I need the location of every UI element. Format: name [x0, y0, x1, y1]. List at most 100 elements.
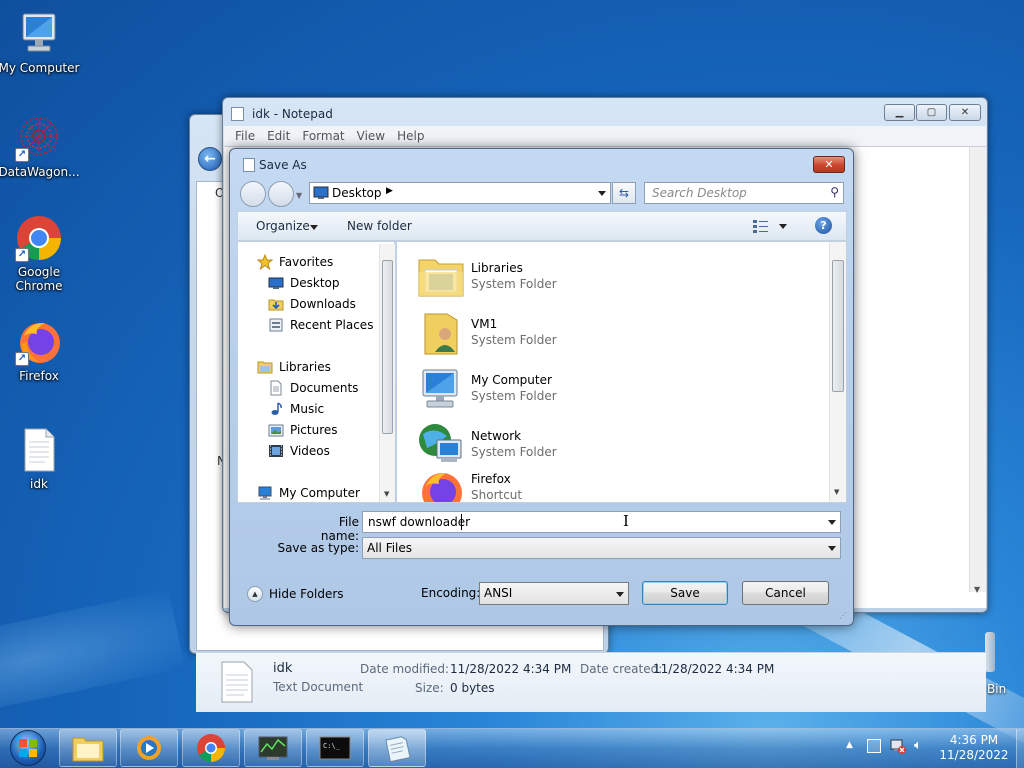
save-button[interactable]: Save [642, 581, 728, 605]
menu-format[interactable]: Format [302, 129, 344, 143]
nav-item-recent-places[interactable]: Recent Places [268, 315, 373, 335]
resize-grip-icon[interactable]: ⋰ [839, 611, 847, 620]
minimize-button[interactable]: ▁ [884, 104, 915, 121]
close-button[interactable]: ✕ [949, 104, 981, 121]
back-button[interactable] [240, 181, 266, 207]
close-button[interactable]: ✕ [813, 156, 845, 173]
taskbar-media-player[interactable] [120, 729, 178, 767]
desktop-icon-recycle-bin[interactable]: Bin [987, 682, 1006, 696]
chevron-down-icon[interactable] [828, 520, 836, 525]
network-status-icon[interactable] [890, 738, 906, 754]
search-input[interactable]: Search Desktop ⚲ [644, 182, 844, 204]
address-bar[interactable]: Desktop ▶ [309, 182, 611, 204]
desktop-icon-label: Bin [987, 682, 1007, 696]
libraries-icon [257, 359, 273, 375]
nav-my-computer[interactable]: My Computer [257, 483, 360, 503]
scrollbar-thumb[interactable] [382, 260, 393, 434]
nav-item-music[interactable]: Music [268, 399, 324, 419]
close-icon: ✕ [960, 107, 970, 118]
toolbar: Organize New folder ? [237, 211, 847, 241]
vertical-scrollbar[interactable]: ▼ [969, 147, 986, 594]
breadcrumb-arrow-icon[interactable]: ▶ [386, 186, 393, 196]
taskbar-cmd[interactable]: C:\_ [306, 729, 364, 767]
search-placeholder: Search Desktop [652, 186, 747, 200]
file-name-input[interactable]: nswf downloader [362, 511, 841, 533]
show-desktop-button[interactable] [1016, 729, 1024, 768]
details-modified-label: Date modified: [360, 662, 450, 676]
list-item[interactable]: My Computer System Folder [413, 360, 557, 416]
search-icon[interactable]: ⚲ [830, 185, 839, 199]
list-item[interactable]: Libraries System Folder [413, 248, 557, 304]
file-name: Firefox [471, 472, 511, 486]
taskbar-network-app[interactable] [244, 729, 302, 767]
taskbar-explorer[interactable] [59, 729, 117, 767]
view-options-icon[interactable] [753, 219, 769, 233]
start-button[interactable] [6, 729, 50, 767]
desktop-icon-idk[interactable]: idk [0, 426, 81, 491]
network-icon [417, 420, 465, 468]
menu-edit[interactable]: Edit [267, 129, 290, 143]
scroll-down-icon[interactable]: ▼ [384, 490, 389, 498]
new-folder-button[interactable]: New folder [347, 219, 412, 233]
nav-favorites[interactable]: Favorites [256, 252, 334, 272]
chevron-down-icon[interactable] [616, 592, 624, 597]
cancel-button[interactable]: Cancel [742, 581, 829, 605]
chevron-down-icon [310, 225, 318, 230]
user-folder-icon [417, 308, 465, 356]
maximize-icon: ▢ [926, 107, 937, 118]
encoding-select[interactable]: ANSI [479, 582, 629, 605]
scrollbar-thumb[interactable] [832, 260, 844, 392]
refresh-button[interactable]: ⇆ [612, 182, 636, 204]
details-file-type: Text Document [273, 680, 364, 694]
nav-libraries[interactable]: Libraries [257, 357, 331, 377]
save-type-select[interactable]: All Files [362, 537, 841, 559]
desktop-icon-datawagon[interactable]: ↗ DataWagon... [0, 114, 81, 179]
desktop-icon [313, 186, 329, 199]
volume-icon[interactable]: 🔈︎ [914, 738, 922, 753]
scroll-down-icon[interactable]: ▼ [834, 488, 839, 496]
nav-item-pictures[interactable]: Pictures [268, 420, 338, 440]
details-file-name: idk [273, 661, 293, 676]
nav-item-documents[interactable]: Documents [268, 378, 358, 398]
nav-item-desktop[interactable]: Desktop [268, 273, 340, 293]
clock[interactable]: 4:36 PM 11/28/2022 [934, 733, 1014, 763]
action-center-icon[interactable] [867, 739, 881, 753]
desktop-icon-google-chrome[interactable]: ↗ Google Chrome [0, 214, 81, 293]
recent-pages-chevron-icon[interactable]: ▼ [296, 191, 302, 200]
notepad-icon [385, 736, 411, 762]
nav-scrollbar[interactable]: ▼ [379, 244, 395, 502]
maximize-button[interactable]: ▢ [916, 104, 947, 121]
list-item[interactable]: VM1 System Folder [413, 304, 557, 360]
text-file-icon [220, 661, 254, 703]
desktop-icon-label: Google Chrome [15, 265, 63, 293]
desktop-icon-my-computer[interactable]: My Computer [0, 10, 81, 75]
media-player-icon [137, 736, 161, 760]
chevron-down-icon[interactable] [598, 191, 606, 196]
forward-button[interactable] [268, 181, 294, 207]
recycle-bin-icon [985, 632, 995, 672]
close-icon: ✕ [824, 158, 834, 171]
list-item[interactable]: Network System Folder [413, 416, 557, 472]
nav-favorites-label: Favorites [279, 255, 334, 269]
taskbar-notepad[interactable] [368, 729, 426, 767]
star-icon [256, 253, 274, 271]
help-icon[interactable]: ? [815, 217, 832, 234]
breadcrumb-desktop[interactable]: Desktop [332, 186, 382, 200]
command-prompt-icon: C:\_ [319, 736, 351, 760]
back-arrow-icon[interactable]: ← [198, 147, 222, 171]
show-hidden-icons-icon[interactable]: ▲ [846, 740, 853, 750]
chevron-down-icon[interactable] [779, 224, 787, 229]
taskbar-chrome[interactable] [182, 729, 240, 767]
nav-item-downloads[interactable]: Downloads [268, 294, 356, 314]
nav-item-label: Music [290, 402, 325, 416]
chevron-down-icon[interactable] [828, 546, 836, 551]
menu-view[interactable]: View [357, 129, 385, 143]
list-item[interactable]: Firefox Shortcut [413, 472, 522, 502]
nav-item-videos[interactable]: Videos [268, 441, 330, 461]
menu-help[interactable]: Help [397, 129, 424, 143]
desktop-icon-firefox[interactable]: ↗ Firefox [0, 318, 81, 383]
file-list-scrollbar[interactable]: ▼ [829, 242, 846, 502]
hide-folders-toggle[interactable]: ▲ Hide Folders [247, 586, 344, 602]
menu-file[interactable]: File [235, 129, 255, 143]
organize-button[interactable]: Organize [256, 219, 310, 233]
